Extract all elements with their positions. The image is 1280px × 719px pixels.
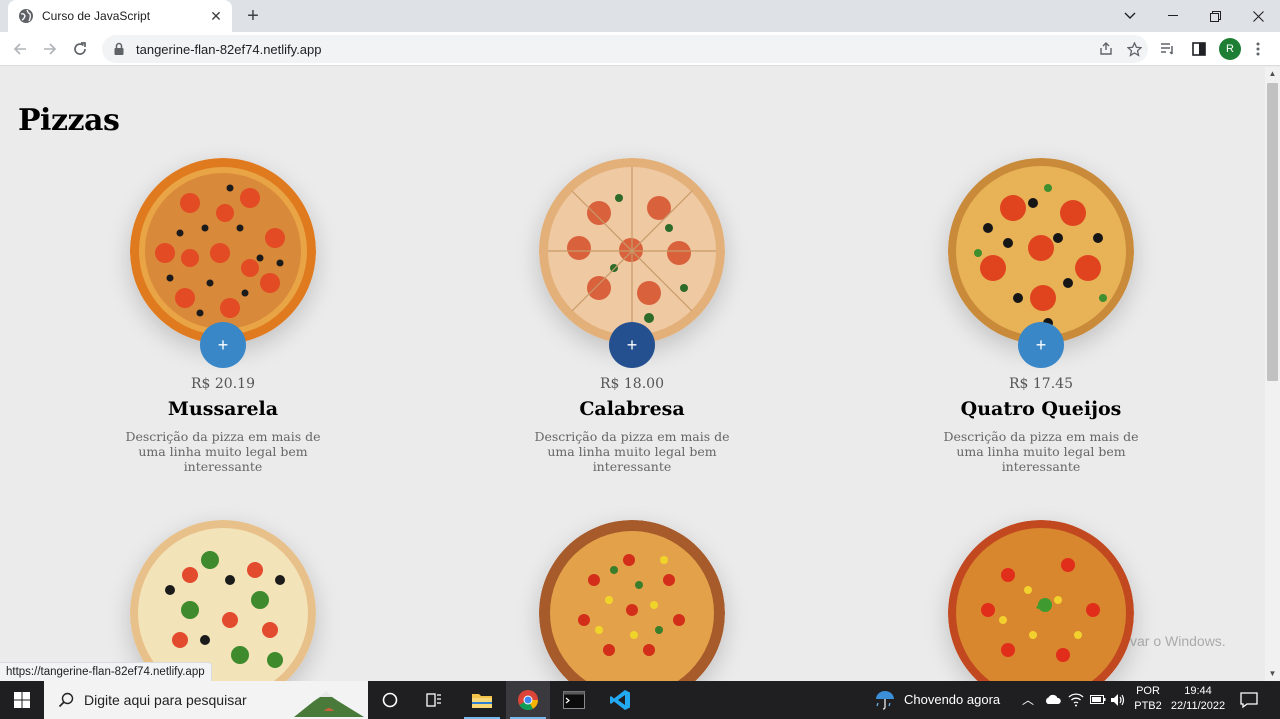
notifications-icon[interactable] bbox=[1240, 691, 1258, 709]
pizza-description: Descrição da pizza em mais de uma linha … bbox=[943, 429, 1139, 474]
pizza-card bbox=[502, 520, 762, 681]
forward-arrow-icon[interactable] bbox=[38, 37, 62, 61]
new-tab-button[interactable]: + bbox=[243, 5, 263, 27]
page-title: Pizzas bbox=[18, 103, 120, 138]
vscode-icon[interactable] bbox=[598, 681, 642, 719]
menu-kebab-icon[interactable] bbox=[1246, 37, 1270, 61]
tab-strip: Curso de JavaScript ✕ + bbox=[0, 0, 1280, 32]
globe-icon bbox=[19, 9, 33, 23]
lock-icon bbox=[114, 42, 124, 55]
pizza-price: R$ 20.19 bbox=[191, 376, 255, 392]
widgets-icon[interactable] bbox=[412, 681, 456, 719]
address-bar[interactable]: tangerine-flan-82ef74.netlify.app bbox=[102, 35, 1148, 63]
pizza-name: Calabresa bbox=[579, 398, 685, 420]
pizza-price: R$ 17.45 bbox=[1009, 376, 1073, 392]
windows-start-icon[interactable] bbox=[0, 681, 44, 719]
restore-button[interactable] bbox=[1192, 0, 1238, 32]
profile-avatar[interactable]: R bbox=[1219, 38, 1241, 60]
language-indicator[interactable]: POR PTB2 bbox=[1133, 685, 1163, 712]
tab-close-icon[interactable]: ✕ bbox=[208, 8, 224, 25]
windows-activation-watermark: var o Windows. bbox=[1130, 633, 1226, 649]
weather-text[interactable]: Chovendo agora bbox=[904, 692, 1000, 707]
taskbar-search-box[interactable]: Digite aqui para pesquisar bbox=[44, 681, 368, 719]
page-viewport: Pizzas + R$ 20.19 Mussarela Descrição da… bbox=[0, 67, 1265, 681]
page-scrollbar[interactable]: ▲ ▼ bbox=[1265, 67, 1280, 681]
pizza-card: + R$ 17.45 Quatro Queijos Descrição da p… bbox=[911, 158, 1171, 474]
rain-umbrella-icon[interactable] bbox=[874, 689, 896, 711]
wifi-icon[interactable] bbox=[1068, 693, 1084, 707]
status-url-bubble: https://tangerine-flan-82ef74.netlify.ap… bbox=[0, 662, 212, 682]
scroll-up-arrow-icon[interactable]: ▲ bbox=[1265, 67, 1280, 81]
add-pizza-button[interactable]: + bbox=[200, 322, 246, 368]
file-explorer-icon[interactable] bbox=[460, 681, 504, 719]
search-highlight-icon bbox=[294, 691, 364, 717]
browser-toolbar: tangerine-flan-82ef74.netlify.app bbox=[0, 32, 1280, 66]
tab-title: Curso de JavaScript bbox=[42, 9, 151, 23]
language-code: POR bbox=[1136, 685, 1160, 697]
side-panel-icon[interactable] bbox=[1187, 37, 1211, 61]
reading-list-icon[interactable] bbox=[1156, 37, 1180, 61]
pizza-price: R$ 18.00 bbox=[600, 376, 664, 392]
scrollbar-thumb[interactable] bbox=[1267, 83, 1278, 381]
terminal-icon[interactable] bbox=[552, 681, 596, 719]
browser-tab[interactable]: Curso de JavaScript ✕ bbox=[8, 0, 232, 32]
chrome-icon[interactable] bbox=[506, 681, 550, 719]
bookmark-star-icon[interactable] bbox=[1120, 35, 1148, 63]
chevron-up-icon[interactable]: ︿ bbox=[1022, 691, 1034, 708]
reload-icon[interactable] bbox=[68, 37, 92, 61]
add-pizza-button[interactable]: + bbox=[609, 322, 655, 368]
add-pizza-button[interactable]: + bbox=[1018, 322, 1064, 368]
pizza-card: + R$ 20.19 Mussarela Descrição da pizza … bbox=[93, 158, 353, 474]
pizza-name: Quatro Queijos bbox=[960, 398, 1122, 420]
battery-icon[interactable] bbox=[1090, 694, 1106, 705]
search-placeholder: Digite aqui para pesquisar bbox=[84, 692, 247, 708]
share-icon[interactable] bbox=[1092, 35, 1120, 63]
close-window-button[interactable] bbox=[1235, 0, 1280, 32]
clock-date: 22/11/2022 bbox=[1170, 700, 1226, 712]
minimize-button[interactable] bbox=[1150, 0, 1196, 32]
volume-icon[interactable] bbox=[1110, 693, 1126, 707]
clock[interactable]: 19:44 22/11/2022 bbox=[1166, 685, 1230, 712]
scroll-down-arrow-icon[interactable]: ▼ bbox=[1265, 667, 1280, 681]
pizza-image bbox=[130, 520, 316, 681]
task-view-icon[interactable] bbox=[368, 681, 412, 719]
pizza-image bbox=[948, 520, 1134, 681]
keyboard-layout: PTB2 bbox=[1134, 700, 1162, 712]
url-text: tangerine-flan-82ef74.netlify.app bbox=[136, 41, 322, 57]
pizza-image bbox=[948, 158, 1134, 344]
back-arrow-icon[interactable] bbox=[8, 37, 32, 61]
pizza-card bbox=[93, 520, 353, 681]
pizza-card: + R$ 18.00 Calabresa Descrição da pizza … bbox=[502, 158, 762, 474]
pizza-image bbox=[130, 158, 316, 344]
pizza-image bbox=[539, 158, 725, 344]
pizza-description: Descrição da pizza em mais de uma linha … bbox=[534, 429, 730, 474]
pizza-card bbox=[911, 520, 1171, 681]
pizza-name: Mussarela bbox=[167, 398, 279, 420]
pizza-description: Descrição da pizza em mais de uma linha … bbox=[125, 429, 321, 474]
onedrive-cloud-icon[interactable] bbox=[1044, 694, 1062, 705]
pizza-image bbox=[539, 520, 725, 681]
windows-taskbar: Digite aqui para pesquisar Chovendo agor… bbox=[0, 681, 1280, 719]
tab-search-icon[interactable] bbox=[1107, 0, 1153, 32]
search-icon bbox=[58, 692, 74, 708]
clock-time: 19:44 bbox=[1184, 685, 1212, 697]
